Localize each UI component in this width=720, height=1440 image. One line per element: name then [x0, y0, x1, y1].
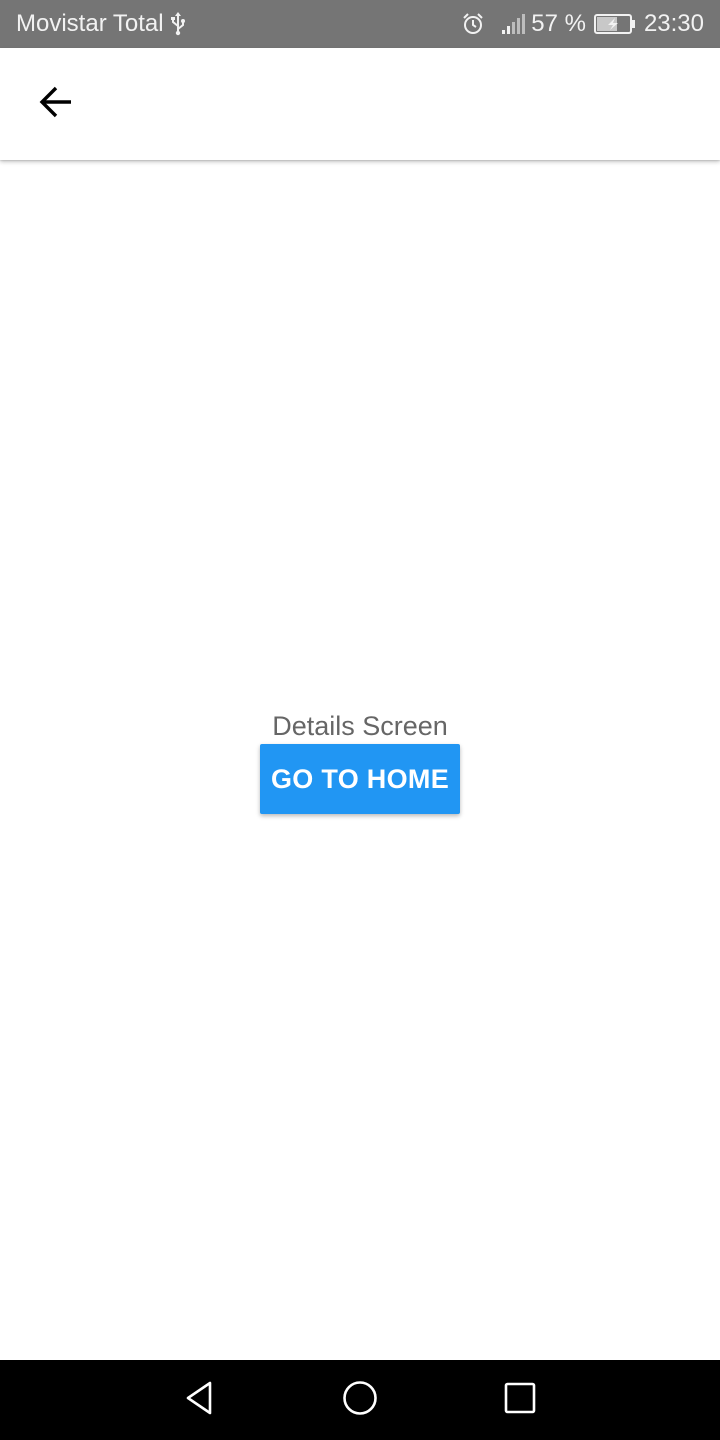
arrow-back-icon — [38, 84, 74, 125]
nav-recents-button[interactable] — [492, 1372, 548, 1428]
nav-back-icon — [182, 1380, 218, 1421]
carrier-name: Movistar Total — [16, 10, 164, 37]
app-bar — [0, 48, 720, 160]
nav-home-button[interactable] — [332, 1372, 388, 1428]
alarm-icon — [461, 12, 485, 36]
nav-home-icon — [341, 1379, 379, 1422]
go-to-home-button[interactable]: GO TO HOME — [260, 744, 460, 814]
battery-charging-icon — [593, 14, 636, 34]
signal-icon — [501, 13, 527, 35]
nav-back-button[interactable] — [172, 1372, 228, 1428]
status-bar: Movistar Total 57 % 23:30 — [0, 0, 720, 48]
main-content: Details Screen GO TO HOME — [0, 160, 720, 1360]
page-title: Details Screen — [272, 711, 448, 741]
usb-icon — [170, 12, 186, 36]
nav-recents-icon — [503, 1381, 537, 1420]
back-button[interactable] — [24, 72, 88, 136]
status-right: 57 % 23:30 — [461, 0, 704, 48]
clock-time: 23:30 — [643, 10, 704, 37]
battery-percent: 57 % — [531, 10, 586, 37]
status-left: Movistar Total — [16, 0, 186, 48]
system-nav-bar — [0, 1360, 720, 1440]
details-screen: Movistar Total 57 % 23:30 Details Screen… — [0, 0, 720, 1440]
